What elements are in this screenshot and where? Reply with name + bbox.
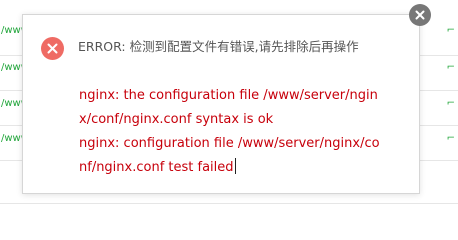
message-line: nginx: the configuration file /www/serve… — [79, 88, 378, 103]
dialog-message: nginx: the configuration file /www/serve… — [79, 84, 397, 180]
message-line-text: nf/nginx.conf test failed — [79, 160, 234, 175]
message-line: nginx: configuration file /www/server/ng… — [79, 136, 380, 151]
table-row-action-fragment[interactable]: ⌐ — [447, 133, 455, 145]
error-dialog: ERROR: 检测到配置文件有错误,请先排除后再操作 nginx: the co… — [22, 14, 420, 194]
error-x-icon — [41, 37, 64, 60]
page-root: /www /www /www /www ⌐ ⌐ ⌐ ⌐ ERROR: 检测到配置… — [0, 0, 458, 227]
message-line-last: nf/nginx.conf test failed — [79, 156, 397, 180]
close-icon — [415, 10, 425, 20]
text-caret — [234, 158, 236, 174]
table-row-action-fragment[interactable]: ⌐ — [447, 25, 455, 37]
close-button[interactable] — [409, 4, 431, 26]
table-row-action-fragment[interactable]: ⌐ — [447, 62, 455, 74]
dialog-title: ERROR: 检测到配置文件有错误,请先排除后再操作 — [78, 39, 359, 54]
table-row-divider — [0, 203, 458, 204]
table-row-action-fragment[interactable]: ⌐ — [447, 98, 455, 110]
message-line: x/conf/nginx.conf syntax is ok — [79, 112, 274, 127]
